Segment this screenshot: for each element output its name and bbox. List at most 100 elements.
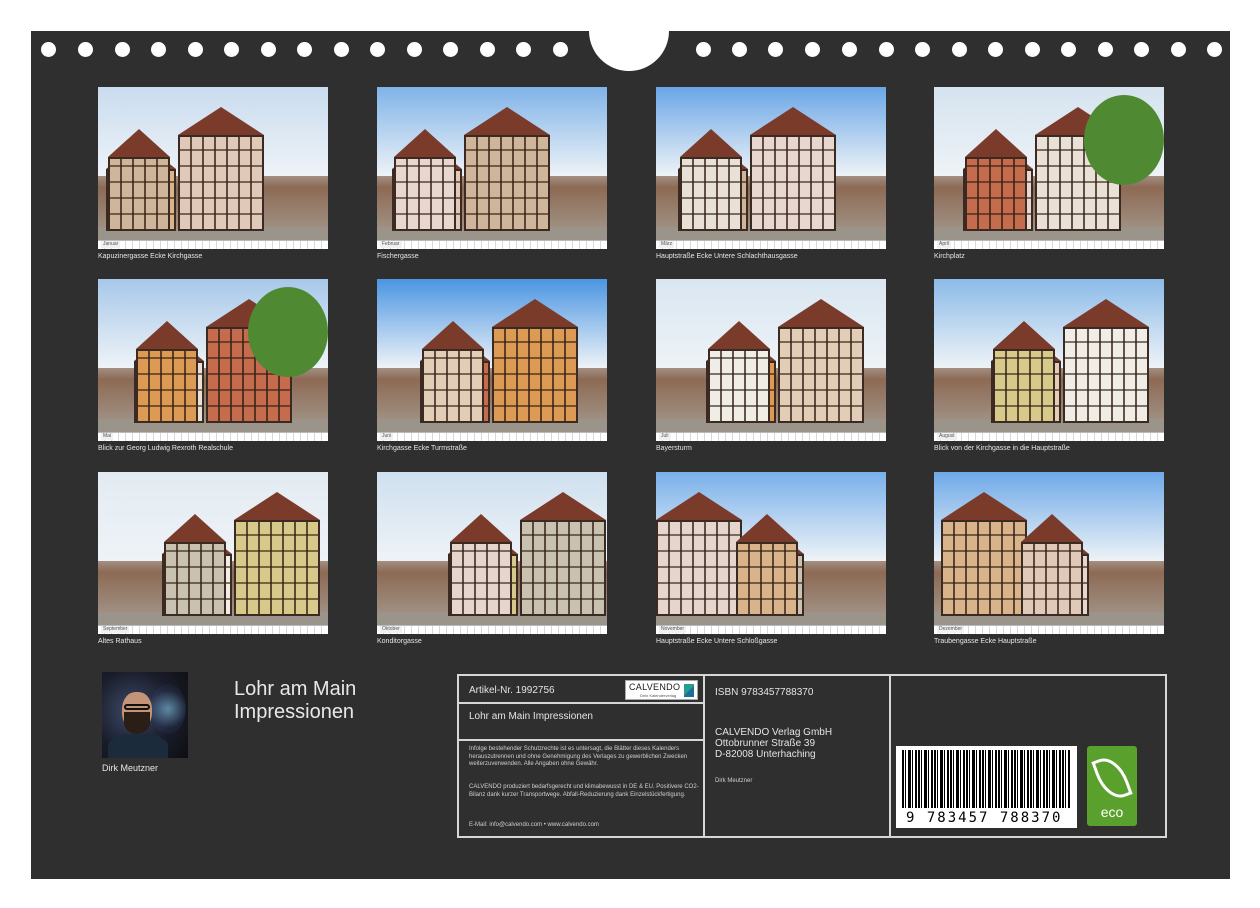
calendar-back-sheet: Januar Kapuzinergasse Ecke Kirchgasse Febr… [31,26,1230,879]
calendar-photo-tile: Oktober Konditorgasse [377,472,607,646]
half-timbered-photo: Januar [98,87,328,249]
binding-hole [334,42,349,57]
month-label: November [659,626,687,633]
calendar-photo-tile: Juli Bayersturm [656,279,886,453]
binding-hole [768,42,783,57]
date-strip [656,240,886,249]
barcode-number: 9 783457 788370 [906,810,1063,826]
month-label: Juni [380,433,394,440]
binding-hole [78,42,93,57]
product-title: Lohr am Main Impressionen [469,711,593,722]
barcode: 9 783457 788370 [896,746,1077,828]
binding-hole [1025,42,1040,57]
month-label: Mai [101,433,114,440]
calvendo-mark-icon [684,684,694,697]
product-title-row: Lohr am Main Impressionen [459,704,703,741]
month-label: April [937,241,952,248]
publisher-city: D-82008 Unterhaching [715,749,816,760]
date-strip [656,625,886,634]
photo-caption: Fischergasse [377,253,419,260]
half-timbered-photo: November [656,472,886,634]
photo-caption: Kirchgasse Ecke Turmstraße [377,445,467,452]
leaf-icon [1091,752,1133,804]
binding-hole [952,42,967,57]
binding-hole [1134,42,1149,57]
calendar-photo-tile: Mai Blick zur Georg Ludwig Rexroth Realsc… [98,279,328,453]
month-label: August [937,433,957,440]
article-number: Artikel-Nr. 1992756 [469,685,555,696]
calendar-photo-tile: November Hauptstraße Ecke Untere Schloßga… [656,472,886,646]
binding-hole [988,42,1003,57]
binding-hole [842,42,857,57]
photo-caption: Traubengasse Ecke Hauptstraße [934,638,1037,645]
half-timbered-photo: Juni [377,279,607,441]
binding-hole [696,42,711,57]
binding-hole [151,42,166,57]
photo-caption: Bayersturm [656,445,692,452]
calendar-photo-tile: Dezember Traubengasse Ecke Hauptstraße [934,472,1164,646]
date-strip [934,240,1164,249]
binding-hole [407,42,422,57]
photo-caption: Konditorgasse [377,638,422,645]
article-row: Artikel-Nr. 1992756 CALVENDO Dein Kalend… [459,676,703,704]
author-name: Dirk Meutzner [102,763,159,773]
binding-hole [553,42,568,57]
binding-hole [915,42,930,57]
photo-caption: Kapuzinergasse Ecke Kirchgasse [98,253,203,260]
photo-caption: Blick zur Georg Ludwig Rexroth Realschul… [98,445,234,452]
binding-hole [115,42,130,57]
calendar-photo-tile: Juni Kirchgasse Ecke Turmstraße [377,279,607,453]
calvendo-logo-claim: Dein Kalenderverlag [640,693,677,698]
month-label: Dezember [937,626,965,633]
production-notice: CALVENDO produziert bedarfsgerecht und k… [469,784,699,798]
photo-caption: Hauptstraße Ecke Untere Schlachthausgass… [656,253,798,260]
eco-label: eco [1100,804,1124,820]
half-timbered-photo: Oktober [377,472,607,634]
half-timbered-photo: März [656,87,886,249]
calendar-photo-tile: März Hauptstraße Ecke Untere Schlachthaus… [656,87,886,261]
half-timbered-photo: September [98,472,328,634]
calendar-title: Lohr am Main Impressionen [234,678,454,724]
legal-notice: Infolge bestehender Schutzrechte ist es … [469,746,688,767]
calendar-photo-tile: Januar Kapuzinergasse Ecke Kirchgasse [98,87,328,261]
month-label: September [101,626,130,633]
binding-hole [261,42,276,57]
photo-caption: Hauptstraße Ecke Untere Schloßgasse [656,638,778,645]
photo-caption: Kirchplatz [934,253,965,260]
month-label: Januar [101,241,121,248]
photo-caption: Altes Rathaus [98,638,142,645]
half-timbered-photo: Mai [98,279,328,441]
binding-hole [188,42,203,57]
binding-hole [516,42,531,57]
calendar-photo-tile: August Blick von der Kirchgasse in die Ha… [934,279,1164,453]
isbn: ISBN 9783457788370 [715,687,814,698]
binding-hole [805,42,820,57]
info-column-product: Artikel-Nr. 1992756 CALVENDO Dein Kalend… [459,676,705,836]
binding-hole [480,42,495,57]
calendar-photo-tile: Februar Fischergasse [377,87,607,261]
binding-hole [297,42,312,57]
info-column-barcode: 9 783457 788370 eco [891,676,1165,836]
calendar-photo-tile: April Kirchplatz [934,87,1164,261]
calendar-title-line1: Lohr am Main [234,678,357,700]
date-strip [98,625,328,634]
binding-hole [1207,42,1222,57]
half-timbered-photo: Dezember [934,472,1164,634]
date-strip [377,432,607,441]
contact-line: E-Mail: info@calvendo.com • www.calvendo… [469,822,599,828]
publisher-info-box: Artikel-Nr. 1992756 CALVENDO Dein Kalend… [457,674,1167,838]
half-timbered-photo: Juli [656,279,886,441]
binding-hole [41,42,56,57]
binding-hole [1171,42,1186,57]
date-strip [656,432,886,441]
month-label: Oktober [380,626,402,633]
date-strip [98,432,328,441]
binding-hole [1061,42,1076,57]
binding-hole [1098,42,1113,57]
date-strip [377,625,607,634]
calvendo-logo: CALVENDO Dein Kalenderverlag [625,680,698,700]
calendar-photo-tile: September Altes Rathaus [98,472,328,646]
date-strip [377,240,607,249]
info-author: Dirk Meutzner [715,778,753,784]
date-strip [98,240,328,249]
